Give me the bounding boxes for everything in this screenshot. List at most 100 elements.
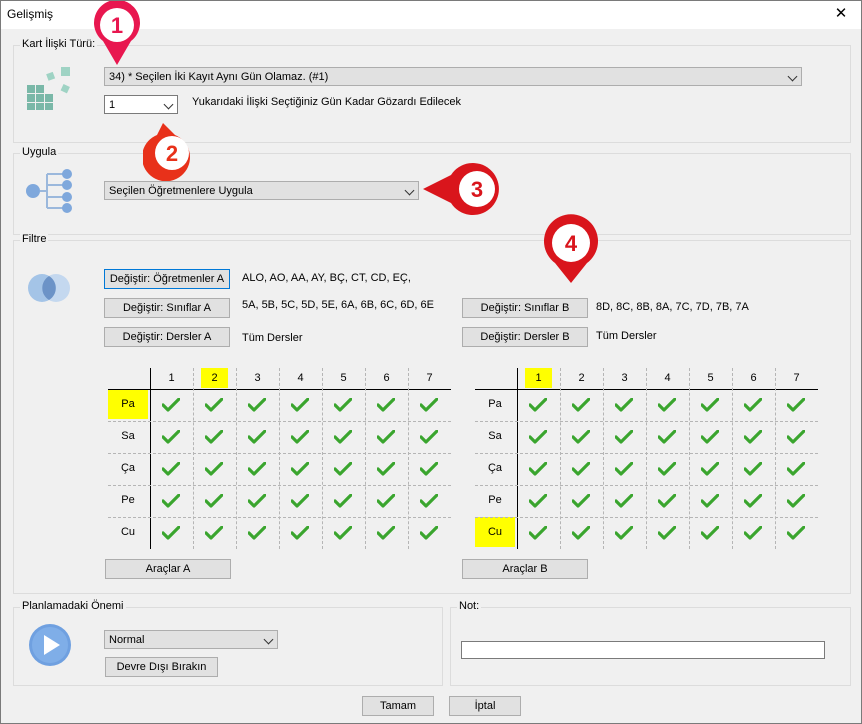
period-header[interactable]: 6 [373, 368, 400, 388]
day-label[interactable]: Pa [108, 389, 148, 419]
change-teachers-a-button[interactable]: Değiştir: Öğretmenler A [104, 269, 230, 289]
check-icon[interactable] [291, 494, 309, 508]
check-icon[interactable] [334, 526, 352, 540]
check-icon[interactable] [420, 398, 438, 412]
check-icon[interactable] [787, 526, 805, 540]
period-header[interactable]: 6 [740, 368, 767, 388]
change-classes-a-button[interactable]: Değiştir: Sınıflar A [104, 298, 230, 318]
relation-type-select[interactable]: 34) * Seçilen İki Kayıt Aynı Gün Olamaz.… [104, 67, 802, 86]
period-header[interactable]: 3 [611, 368, 638, 388]
check-icon[interactable] [420, 494, 438, 508]
check-icon[interactable] [615, 526, 633, 540]
period-header[interactable]: 5 [697, 368, 724, 388]
check-icon[interactable] [744, 526, 762, 540]
check-icon[interactable] [248, 494, 266, 508]
check-icon[interactable] [701, 462, 719, 476]
period-header[interactable]: 4 [287, 368, 314, 388]
disable-button[interactable]: Devre Dışı Bırakın [105, 657, 218, 677]
period-header[interactable]: 4 [654, 368, 681, 388]
check-icon[interactable] [744, 494, 762, 508]
ok-button[interactable]: Tamam [362, 696, 434, 716]
check-icon[interactable] [334, 494, 352, 508]
check-icon[interactable] [162, 398, 180, 412]
check-icon[interactable] [572, 398, 590, 412]
period-header[interactable]: 2 [568, 368, 595, 388]
check-icon[interactable] [529, 462, 547, 476]
check-icon[interactable] [334, 398, 352, 412]
change-lessons-b-button[interactable]: Değiştir: Dersler B [462, 327, 588, 347]
check-icon[interactable] [658, 430, 676, 444]
check-icon[interactable] [572, 462, 590, 476]
check-icon[interactable] [787, 494, 805, 508]
check-icon[interactable] [377, 494, 395, 508]
day-label[interactable]: Pa [475, 389, 515, 419]
period-header[interactable]: 3 [244, 368, 271, 388]
check-icon[interactable] [377, 462, 395, 476]
check-icon[interactable] [420, 462, 438, 476]
check-icon[interactable] [529, 398, 547, 412]
period-header[interactable]: 1 [158, 368, 185, 388]
apply-select[interactable]: Seçilen Öğretmenlere Uygula [104, 181, 419, 200]
check-icon[interactable] [701, 526, 719, 540]
check-icon[interactable] [377, 430, 395, 444]
check-icon[interactable] [248, 462, 266, 476]
check-icon[interactable] [615, 494, 633, 508]
check-icon[interactable] [615, 462, 633, 476]
check-icon[interactable] [744, 462, 762, 476]
check-icon[interactable] [162, 526, 180, 540]
check-icon[interactable] [658, 494, 676, 508]
period-header[interactable]: 7 [783, 368, 810, 388]
period-header[interactable]: 2 [201, 368, 228, 388]
day-label[interactable]: Cu [475, 517, 515, 547]
check-icon[interactable] [787, 430, 805, 444]
check-icon[interactable] [205, 494, 223, 508]
close-icon[interactable]: ✕ [829, 3, 853, 25]
check-icon[interactable] [162, 494, 180, 508]
ignore-days-select[interactable]: 1 [104, 95, 178, 114]
check-icon[interactable] [205, 526, 223, 540]
cancel-button[interactable]: İptal [449, 696, 521, 716]
day-label[interactable]: Pe [475, 485, 515, 515]
day-label[interactable]: Ça [475, 453, 515, 483]
check-icon[interactable] [248, 526, 266, 540]
check-icon[interactable] [291, 398, 309, 412]
day-label[interactable]: Pe [108, 485, 148, 515]
check-icon[interactable] [572, 430, 590, 444]
check-icon[interactable] [291, 430, 309, 444]
check-icon[interactable] [162, 462, 180, 476]
check-icon[interactable] [162, 430, 180, 444]
check-icon[interactable] [529, 430, 547, 444]
check-icon[interactable] [205, 430, 223, 444]
check-icon[interactable] [658, 462, 676, 476]
check-icon[interactable] [248, 430, 266, 444]
check-icon[interactable] [701, 398, 719, 412]
check-icon[interactable] [529, 526, 547, 540]
check-icon[interactable] [615, 398, 633, 412]
period-header[interactable]: 7 [416, 368, 443, 388]
tools-a-button[interactable]: Araçlar A [105, 559, 231, 579]
check-icon[interactable] [658, 398, 676, 412]
day-label[interactable]: Ça [108, 453, 148, 483]
check-icon[interactable] [744, 398, 762, 412]
check-icon[interactable] [615, 430, 633, 444]
check-icon[interactable] [701, 494, 719, 508]
tools-b-button[interactable]: Araçlar B [462, 559, 588, 579]
period-header[interactable]: 1 [525, 368, 552, 388]
check-icon[interactable] [377, 398, 395, 412]
check-icon[interactable] [529, 494, 547, 508]
check-icon[interactable] [334, 430, 352, 444]
check-icon[interactable] [334, 462, 352, 476]
check-icon[interactable] [248, 398, 266, 412]
check-icon[interactable] [744, 430, 762, 444]
day-label[interactable]: Cu [108, 517, 148, 547]
day-label[interactable]: Sa [108, 421, 148, 451]
check-icon[interactable] [420, 526, 438, 540]
check-icon[interactable] [205, 398, 223, 412]
check-icon[interactable] [572, 494, 590, 508]
check-icon[interactable] [205, 462, 223, 476]
check-icon[interactable] [701, 430, 719, 444]
check-icon[interactable] [658, 526, 676, 540]
check-icon[interactable] [291, 462, 309, 476]
check-icon[interactable] [572, 526, 590, 540]
check-icon[interactable] [291, 526, 309, 540]
